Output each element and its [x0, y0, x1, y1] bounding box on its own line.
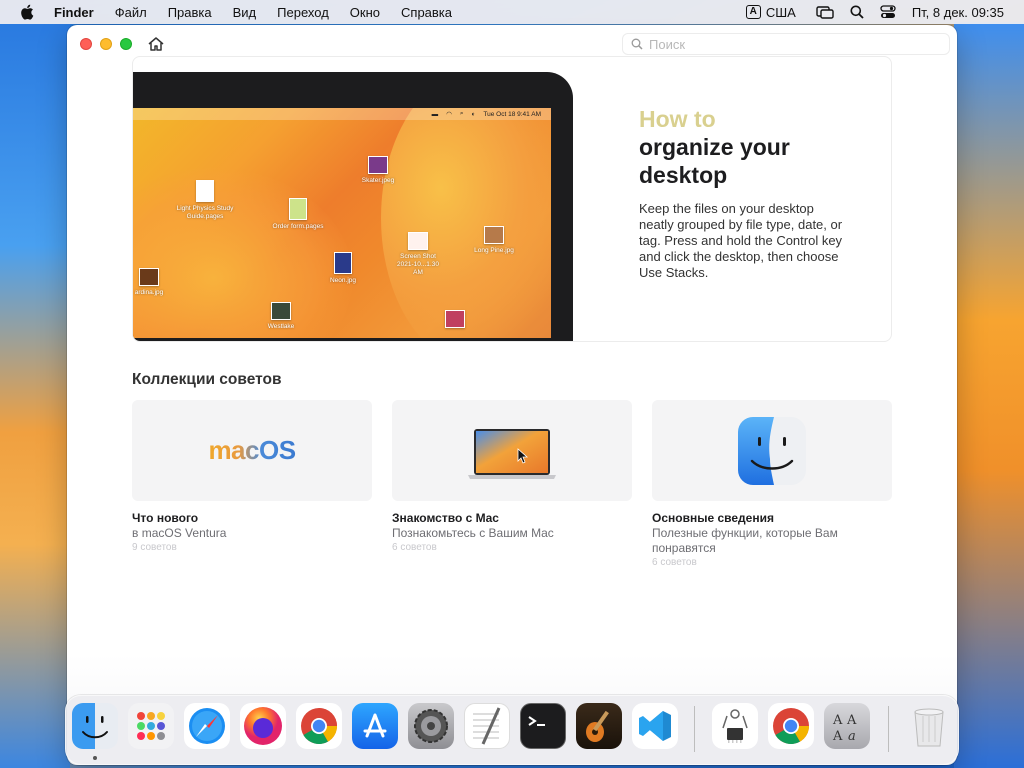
collections-heading: Коллекции советов [132, 371, 282, 388]
collection-card-essentials[interactable]: Основные сведения Полезные функции, кото… [652, 400, 892, 569]
chrome-icon[interactable] [296, 703, 342, 749]
menu-help[interactable]: Справка [401, 5, 452, 20]
featured-tip-text: How to organize your desktop Keep the fi… [639, 105, 859, 281]
collection-thumbnail: macOS [132, 400, 372, 501]
desktop-file: Screen Shot 2021-10...1.30 AM [393, 232, 443, 277]
screen-mirroring-icon[interactable] [816, 5, 834, 19]
dock-separator [888, 706, 889, 752]
minimize-button[interactable] [100, 38, 112, 50]
collection-count: 6 советов [652, 557, 697, 568]
safari-icon[interactable] [184, 703, 230, 749]
tip-eyebrow: How to [639, 106, 716, 132]
tip-body: Keep the files on your desktop neatly gr… [639, 201, 843, 280]
collection-title: Знакомство с Mac [392, 511, 499, 525]
macbook-illustration: ▬ ◠ ⌕ ◐ Tue Oct 18 9:41 AM Light Physics St… [133, 72, 573, 341]
desktop-file: Light Physics Study Guide.pages [175, 180, 235, 221]
launchpad-icon[interactable] [128, 703, 174, 749]
wallpaper [954, 22, 1024, 768]
collection-title: Что нового [132, 511, 199, 525]
svg-text:A: A [832, 713, 843, 728]
firefox-icon[interactable] [240, 703, 286, 749]
font-book-icon[interactable]: AAAa [824, 703, 870, 749]
mini-menubar: ▬ ◠ ⌕ ◐ Tue Oct 18 9:41 AM [133, 108, 551, 120]
menu-edit[interactable]: Правка [168, 5, 212, 20]
garageband-icon[interactable] [576, 703, 622, 749]
control-center-icon[interactable] [880, 5, 896, 19]
apple-menu-icon[interactable] [20, 4, 34, 20]
featured-tip-card[interactable]: ▬ ◠ ⌕ ◐ Tue Oct 18 9:41 AM Light Physics St… [132, 56, 892, 342]
terminal-icon[interactable] [520, 703, 566, 749]
close-button[interactable] [80, 38, 92, 50]
wallpaper [0, 22, 70, 768]
desktop-file: Order form.pages [268, 198, 328, 231]
app-store-icon[interactable] [352, 703, 398, 749]
collection-subtitle: Полезные функции, которые Вам понравятся [652, 526, 838, 555]
menu-window[interactable]: Окно [350, 5, 380, 20]
search-icon [631, 38, 643, 50]
tips-window: Поиск ▬ ◠ ⌕ ◐ Tue Oct 18 9:41 AM Light Phys… [67, 25, 957, 765]
svg-text:a: a [848, 729, 856, 744]
textedit-icon[interactable] [464, 703, 510, 749]
collection-thumbnail [392, 400, 632, 501]
collection-count: 9 советов [132, 542, 177, 553]
desktop-file: Skater.jpeg [358, 156, 398, 185]
desktop-file-thumbnail [445, 310, 465, 328]
dock: AAAa [65, 695, 959, 765]
menu-file[interactable]: Файл [115, 5, 147, 20]
home-icon[interactable] [147, 36, 165, 52]
menu-clock[interactable]: Пт, 8 дек. 09:35 [912, 5, 1004, 20]
system-information-icon[interactable] [712, 703, 758, 749]
macos-logo: macOS [208, 435, 296, 465]
vscode-icon[interactable] [632, 703, 678, 749]
collection-card-whats-new[interactable]: macOS Что нового в macOS Ventura 9 совет… [132, 400, 372, 554]
collection-subtitle: Познакомьтесь с Вашим Mac [392, 526, 554, 540]
desktop-file: Long Pine.jpg [469, 226, 519, 255]
collection-count: 6 советов [392, 542, 437, 553]
mini-clock: Tue Oct 18 9:41 AM [483, 110, 541, 118]
svg-text:A: A [846, 713, 857, 728]
zoom-button[interactable] [120, 38, 132, 50]
running-indicator [93, 756, 97, 760]
macbook-icon [468, 428, 556, 479]
desktop-file: Neon.jpg [323, 252, 363, 285]
collection-title: Основные сведения [652, 511, 774, 525]
collection-subtitle: в macOS Ventura [132, 526, 227, 540]
search-placeholder: Поиск [649, 36, 686, 52]
chrome-icon[interactable] [768, 703, 814, 749]
desktop-file: ardina.jpg [133, 268, 169, 297]
desktop-screenshot: ▬ ◠ ⌕ ◐ Tue Oct 18 9:41 AM Light Physics St… [133, 108, 551, 338]
desktop-file: Westlake [261, 302, 301, 331]
system-settings-icon[interactable] [408, 703, 454, 749]
trash-icon[interactable] [906, 703, 952, 749]
input-source-label: США [765, 4, 796, 20]
input-source-menu[interactable]: A США [745, 4, 796, 20]
svg-text:A: A [832, 729, 843, 744]
menu-go[interactable]: Переход [277, 5, 329, 20]
input-source-badge: A [745, 5, 761, 19]
finder-icon[interactable] [72, 703, 118, 749]
menu-app-name[interactable]: Finder [54, 5, 94, 20]
collection-card-mac-intro[interactable]: Знакомство с Mac Познакомьтесь с Вашим M… [392, 400, 632, 554]
spotlight-search-icon[interactable] [850, 5, 864, 19]
dock-separator [694, 706, 695, 752]
collection-thumbnail [652, 400, 892, 501]
menu-view[interactable]: Вид [233, 5, 257, 20]
menu-bar: Finder Файл Правка Вид Переход Окно Спра… [0, 0, 1024, 24]
tip-title: organize your desktop [639, 134, 790, 188]
search-field[interactable]: Поиск [622, 33, 950, 55]
finder-icon [738, 416, 806, 485]
